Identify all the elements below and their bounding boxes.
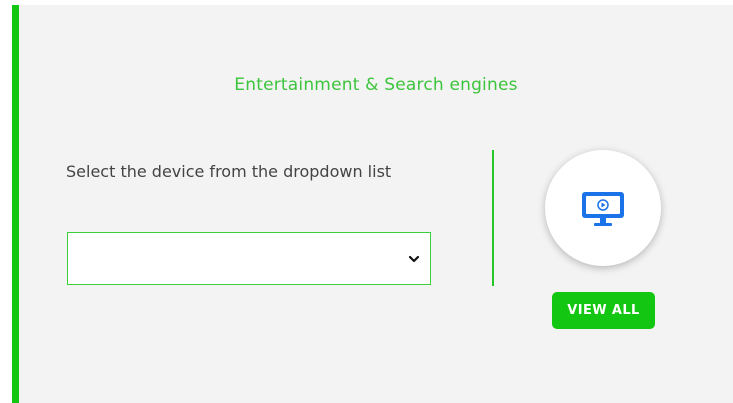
instruction-text: Select the device from the dropdown list	[66, 162, 392, 181]
section-title: Entertainment & Search engines	[234, 75, 518, 95]
chevron-down-icon	[408, 255, 420, 263]
view-all-button[interactable]: VIEW ALL	[552, 292, 655, 329]
device-icon-circle[interactable]	[545, 150, 661, 266]
device-dropdown[interactable]	[67, 232, 431, 285]
vertical-divider	[492, 150, 494, 286]
monitor-play-icon	[582, 192, 624, 226]
category-card: Entertainment & Search engines Select th…	[12, 5, 733, 403]
